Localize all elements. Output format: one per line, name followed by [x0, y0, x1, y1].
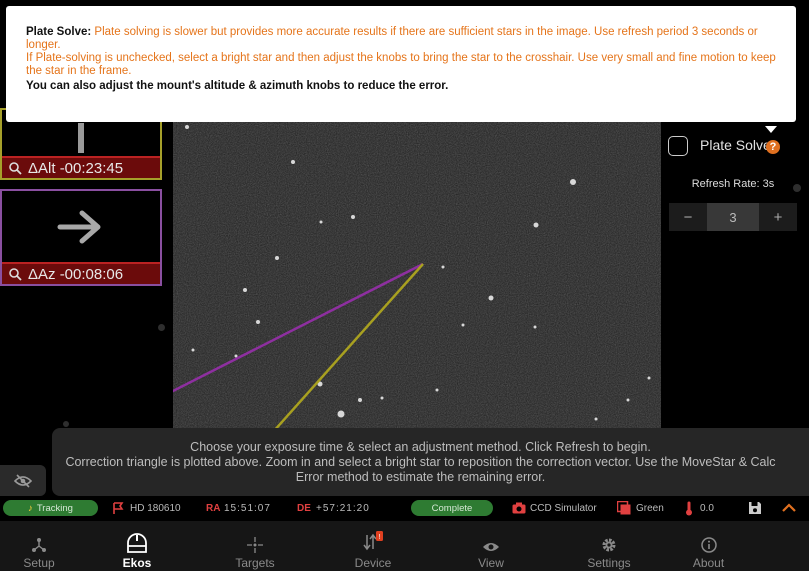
zoom-icon: [9, 268, 22, 281]
camera-icon: [512, 502, 526, 514]
nav-about[interactable]: About: [668, 521, 749, 571]
refresh-rate-label: Refresh Rate: 3s: [691, 178, 775, 190]
info-icon: [700, 537, 717, 553]
help-popup-line2: If Plate-solving is unchecked, select a …: [26, 52, 776, 77]
nav-targets[interactable]: Targets: [196, 521, 314, 571]
help-popup-line3: You can also adjust the mount's altitude…: [26, 80, 449, 92]
altitude-error-text: ΔAlt -00:23:45: [28, 159, 124, 177]
star-field-image[interactable]: [173, 120, 661, 430]
dropdown-caret-icon[interactable]: [765, 126, 777, 133]
svg-text:!: !: [379, 534, 381, 541]
tracking-text: Tracking: [36, 502, 73, 514]
azimuth-error-label: ΔAz -00:08:06: [2, 262, 160, 284]
refresh-rate-stepper: − 3 +: [669, 203, 797, 231]
gear-icon: [602, 538, 616, 552]
tracking-icon: ♪: [28, 502, 33, 514]
ra-value: 15:51:07: [224, 503, 271, 514]
status-bar: ♪ Tracking HD 180610 RA 15:51:07 DE +57:2…: [0, 498, 809, 520]
camera-name: CCD Simulator: [530, 503, 597, 514]
eye-icon: [483, 543, 499, 551]
save-icon[interactable]: [748, 501, 762, 515]
help-popup-title: Plate Solve:: [26, 26, 92, 38]
instructions-line1: Choose your exposure time & select an ad…: [190, 440, 651, 454]
right-arrow-icon: [2, 191, 160, 262]
decrement-button[interactable]: −: [669, 203, 707, 231]
refresh-rate-value[interactable]: 3: [707, 203, 759, 231]
increment-button[interactable]: +: [759, 203, 797, 231]
tracking-status[interactable]: ♪ Tracking: [3, 500, 98, 516]
nav-ekos-label: Ekos: [122, 556, 152, 570]
nav-view[interactable]: View: [432, 521, 550, 571]
altitude-error-label: ΔAlt -00:23:45: [2, 156, 160, 178]
flag-icon: [113, 502, 124, 514]
nav-about-label: About: [692, 556, 725, 570]
nav-settings[interactable]: Settings: [550, 521, 668, 571]
de-value: +57:21:20: [316, 503, 370, 514]
hide-overlay-button[interactable]: [0, 465, 46, 496]
azimuth-error-text: ΔAz -00:08:06: [28, 265, 124, 283]
filter-icon: [617, 501, 631, 515]
help-popup-line1: Plate solving is slower but provides mor…: [26, 26, 758, 51]
crosshair-icon: [247, 537, 263, 553]
nav-device-label: Device: [354, 556, 392, 570]
capture-status[interactable]: Complete: [411, 500, 493, 516]
instructions-line2: Correction triangle is plotted above. Zo…: [65, 455, 776, 484]
help-popup: Plate Solve: Plate solving is slower but…: [6, 6, 796, 122]
plate-solve-label[interactable]: Plate Solve: [700, 137, 771, 153]
instructions-panel: Choose your exposure time & select an ad…: [52, 428, 809, 496]
de-label: DE: [297, 503, 311, 514]
plate-solve-checkbox[interactable]: [668, 136, 688, 156]
star-field-svg: [173, 120, 661, 430]
ra-label: RA: [206, 503, 221, 514]
eye-off-icon: [14, 473, 32, 488]
thermometer-icon: [686, 501, 692, 516]
chevron-up-icon[interactable]: [782, 503, 796, 512]
filter-name: Green: [636, 503, 664, 514]
temperature-value: 0.0: [700, 503, 714, 514]
azimuth-correction-panel: ΔAz -00:08:06: [0, 189, 162, 286]
capture-status-text: Complete: [431, 502, 473, 514]
nav-settings-label: Settings: [587, 556, 631, 570]
zoom-icon: [9, 162, 22, 175]
bottom-nav: Setup Ekos Targets ! Device View Setting…: [0, 521, 809, 571]
nav-targets-label: Targets: [235, 556, 275, 570]
nav-view-label: View: [478, 556, 504, 570]
target-name: HD 180610: [130, 503, 181, 514]
device-icon: !: [363, 531, 383, 551]
share-icon: [32, 538, 46, 552]
nav-setup-label: Setup: [23, 556, 55, 570]
nav-ekos[interactable]: Ekos: [78, 521, 196, 571]
help-icon[interactable]: ?: [766, 140, 780, 154]
handle-dot: [63, 421, 69, 427]
handle-dot: [158, 324, 165, 331]
nav-device[interactable]: ! Device: [314, 521, 432, 571]
nav-setup[interactable]: Setup: [0, 521, 78, 571]
observatory-icon: [127, 533, 147, 553]
